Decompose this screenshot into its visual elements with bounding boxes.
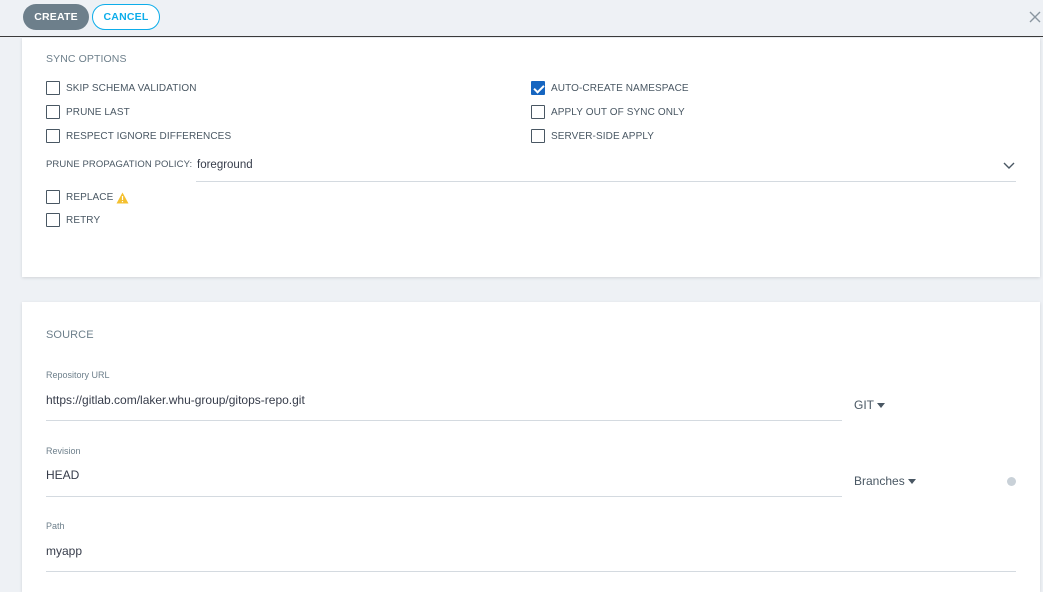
source-panel: SOURCE Repository URL https://gitlab.com… bbox=[22, 302, 1040, 592]
checkbox-box[interactable] bbox=[46, 129, 60, 143]
revision-input[interactable]: HEAD bbox=[46, 468, 79, 482]
auto-create-namespace-checkbox[interactable]: AUTO-CREATE NAMESPACE bbox=[531, 80, 689, 96]
revision-type-dropdown[interactable]: Branches bbox=[854, 474, 916, 488]
checkbox-box[interactable] bbox=[46, 81, 60, 95]
revision-label: Revision bbox=[46, 446, 81, 456]
repo-url-input[interactable]: https://gitlab.com/laker.whu-group/gitop… bbox=[46, 393, 305, 407]
checkbox-box[interactable] bbox=[531, 105, 545, 119]
warning-icon bbox=[116, 191, 129, 204]
revision-type-label: Branches bbox=[854, 474, 905, 488]
sync-options-title: SYNC OPTIONS bbox=[46, 53, 127, 65]
checkbox-label: PRUNE LAST bbox=[66, 106, 130, 118]
checkbox-label: SKIP SCHEMA VALIDATION bbox=[66, 82, 197, 94]
prune-policy-label: PRUNE PROPAGATION POLICY: bbox=[46, 159, 193, 170]
apply-out-of-sync-only-checkbox[interactable]: APPLY OUT OF SYNC ONLY bbox=[531, 104, 685, 120]
replace-checkbox[interactable]: REPLACE bbox=[46, 189, 129, 205]
checkbox-label: RESPECT IGNORE DIFFERENCES bbox=[66, 130, 232, 142]
checkbox-box[interactable] bbox=[531, 81, 545, 95]
checkbox-box[interactable] bbox=[46, 213, 60, 227]
cancel-button[interactable]: CANCEL bbox=[92, 4, 160, 30]
path-label: Path bbox=[46, 521, 65, 531]
checkbox-box[interactable] bbox=[46, 105, 60, 119]
checkbox-box[interactable] bbox=[531, 129, 545, 143]
checkbox-box[interactable] bbox=[46, 190, 60, 204]
repo-type-label: GIT bbox=[854, 398, 874, 412]
repo-type-dropdown[interactable]: GIT bbox=[854, 398, 885, 412]
sync-options-panel: SYNC OPTIONS SKIP SCHEMA VALIDATION PRUN… bbox=[22, 38, 1040, 277]
caret-down-icon bbox=[877, 402, 885, 408]
top-toolbar: CREATE CANCEL bbox=[0, 0, 1043, 37]
prune-policy-select[interactable]: foreground bbox=[197, 159, 253, 171]
chevron-down-icon[interactable] bbox=[1002, 159, 1016, 171]
checkbox-label: SERVER-SIDE APPLY bbox=[551, 130, 655, 142]
prune-last-checkbox[interactable]: PRUNE LAST bbox=[46, 104, 130, 120]
caret-down-icon bbox=[907, 478, 916, 484]
close-icon[interactable] bbox=[1027, 9, 1043, 25]
checkbox-label: REPLACE bbox=[66, 191, 114, 203]
create-button[interactable]: CREATE bbox=[23, 4, 89, 30]
server-side-apply-checkbox[interactable]: SERVER-SIDE APPLY bbox=[531, 128, 654, 144]
repo-url-label: Repository URL bbox=[46, 370, 110, 380]
skip-schema-validation-checkbox[interactable]: SKIP SCHEMA VALIDATION bbox=[46, 80, 197, 96]
source-title: SOURCE bbox=[46, 329, 94, 341]
respect-ignore-differences-checkbox[interactable]: RESPECT IGNORE DIFFERENCES bbox=[46, 128, 231, 144]
retry-checkbox[interactable]: RETRY bbox=[46, 212, 100, 228]
prune-policy-underline bbox=[196, 181, 1016, 182]
revision-underline bbox=[46, 496, 842, 497]
checkbox-label: APPLY OUT OF SYNC ONLY bbox=[551, 106, 685, 118]
path-input[interactable]: myapp bbox=[46, 544, 82, 558]
checkbox-label: AUTO-CREATE NAMESPACE bbox=[551, 82, 689, 94]
info-dot-icon[interactable] bbox=[1007, 477, 1016, 486]
checkbox-label: RETRY bbox=[66, 214, 101, 226]
path-underline bbox=[46, 571, 1016, 572]
repo-url-underline bbox=[46, 420, 842, 421]
